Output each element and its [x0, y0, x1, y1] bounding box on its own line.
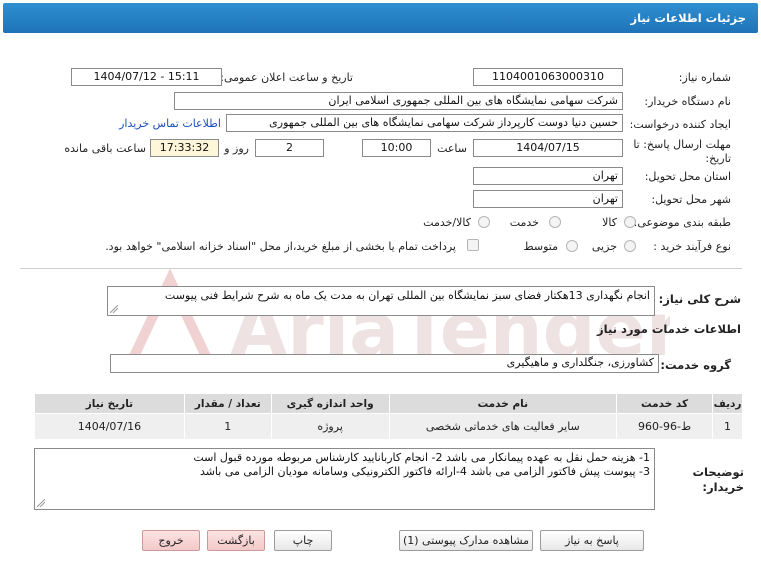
need-number-label: شماره نیاز:: [678, 71, 731, 84]
services-table: ردیف کد خدمت نام خدمت واحد اندازه گیری ت…: [34, 393, 743, 440]
cell-service-name: سایر فعالیت های خدماتی شخصی: [388, 413, 618, 440]
buyer-org-label: نام دستگاه خریدار:: [644, 95, 731, 108]
col-quantity: تعداد / مقدار: [183, 393, 272, 414]
city-field[interactable]: تهران: [473, 190, 623, 208]
remaining-time-field: 17:33:32: [150, 139, 219, 157]
notes-label-buyer: خریدار:: [702, 480, 744, 494]
cell-service-code: ط-96-960: [616, 413, 714, 440]
buyer-org-field[interactable]: شرکت سهامی نمایشگاه های بین المللی جمهور…: [174, 92, 623, 110]
category-radio-goods-service[interactable]: [478, 216, 490, 228]
category-radio-goods[interactable]: [624, 216, 636, 228]
notes-label: توضیحات: [692, 465, 745, 479]
notes-textarea[interactable]: 1- هزینه حمل نقل به عهده پیمانکار می باش…: [34, 448, 655, 510]
service-group-label: گروه خدمت:: [660, 358, 731, 372]
category-option-goods: کالا: [602, 216, 617, 229]
services-section-title: اطلاعات خدمات مورد نیاز: [597, 322, 741, 336]
process-radio-minor[interactable]: [624, 240, 636, 252]
process-option-medium: متوسط: [523, 240, 558, 253]
treasury-checkbox[interactable]: [467, 239, 479, 251]
days-label: روز و: [224, 142, 249, 155]
resize-grip-icon[interactable]: [37, 499, 45, 507]
deadline-time-label: ساعت: [437, 142, 467, 155]
print-button[interactable]: چاپ: [274, 530, 332, 551]
deadline-label-date: تاریخ:: [705, 152, 731, 165]
need-number-field[interactable]: 1104001063000310: [473, 68, 623, 86]
payment-note: پرداخت تمام یا بخشی از مبلغ خرید،از محل …: [105, 240, 456, 253]
city-label: شهر محل تحویل:: [651, 193, 731, 206]
col-row: ردیف: [712, 393, 743, 414]
description-label: شرح کلی نیاز:: [658, 292, 741, 306]
category-radio-service[interactable]: [549, 216, 561, 228]
reply-button[interactable]: پاسخ به نیاز: [540, 530, 644, 551]
col-service-code: کد خدمت: [616, 393, 714, 414]
col-need-date: تاریخ نیاز: [34, 393, 185, 414]
cell-quantity: 1: [183, 413, 272, 440]
attachments-button[interactable]: مشاهده مدارک پیوستی (1): [399, 530, 533, 551]
deadline-date-field[interactable]: 1404/07/15: [473, 139, 623, 157]
notes-line-2: 3- پیوست پیش فاکتور الزامی می باشد 4-ارا…: [199, 465, 650, 478]
table-header-row: ردیف کد خدمت نام خدمت واحد اندازه گیری ت…: [34, 393, 743, 414]
cell-row: 1: [712, 413, 743, 440]
remaining-label: ساعت باقی مانده: [64, 142, 146, 155]
back-button[interactable]: بازگشت: [207, 530, 265, 551]
deadline-time-field[interactable]: 10:00: [362, 139, 431, 157]
description-text: انجام نگهداری 13هکتار فضای سبز نمایشگاه …: [164, 289, 650, 302]
header-bar: جزئیات اطلاعات نیاز: [3, 3, 758, 33]
resize-grip-icon[interactable]: [110, 305, 118, 313]
deadline-label: مهلت ارسال پاسخ: تا: [633, 138, 731, 151]
days-field[interactable]: 2: [255, 139, 324, 157]
table-row[interactable]: 1 ط-96-960 سایر فعالیت های خدماتی شخصی پ…: [34, 413, 743, 440]
process-option-minor: جزیی: [591, 240, 617, 253]
announce-field[interactable]: 1404/07/12 - 15:11: [71, 68, 222, 86]
province-label: استان محل تحویل:: [644, 170, 731, 183]
exit-button[interactable]: خروج: [142, 530, 200, 551]
category-option-service: خدمت: [509, 216, 539, 229]
cell-unit: پروژه: [270, 413, 390, 440]
category-option-goods-service: کالا/خدمت: [423, 216, 471, 229]
notes-line-1: 1- هزینه حمل نقل به عهده پیمانکار می باش…: [193, 451, 650, 464]
page-title: جزئیات اطلاعات نیاز: [630, 11, 746, 25]
category-label: طبقه بندی موضوعی:: [633, 216, 731, 229]
requester-field[interactable]: حسین دنیا دوست کارپرداز شرکت سهامی نمایش…: [226, 114, 623, 132]
buyer-contact-link[interactable]: اطلاعات تماس خریدار: [119, 117, 221, 130]
announce-label: تاریخ و ساعت اعلان عمومی:: [220, 71, 353, 84]
cell-need-date: 1404/07/16: [34, 413, 185, 440]
description-textarea[interactable]: انجام نگهداری 13هکتار فضای سبز نمایشگاه …: [107, 286, 655, 316]
divider: [20, 268, 742, 269]
col-unit: واحد اندازه گیری: [270, 393, 390, 414]
process-label: نوع فرآیند خرید :: [653, 240, 731, 253]
service-group-field[interactable]: کشاورزی، جنگلداری و ماهیگیری: [110, 354, 659, 373]
col-service-name: نام خدمت: [388, 393, 618, 414]
province-field[interactable]: تهران: [473, 167, 623, 185]
requester-label: ایجاد کننده درخواست:: [629, 118, 731, 131]
process-radio-medium[interactable]: [566, 240, 578, 252]
